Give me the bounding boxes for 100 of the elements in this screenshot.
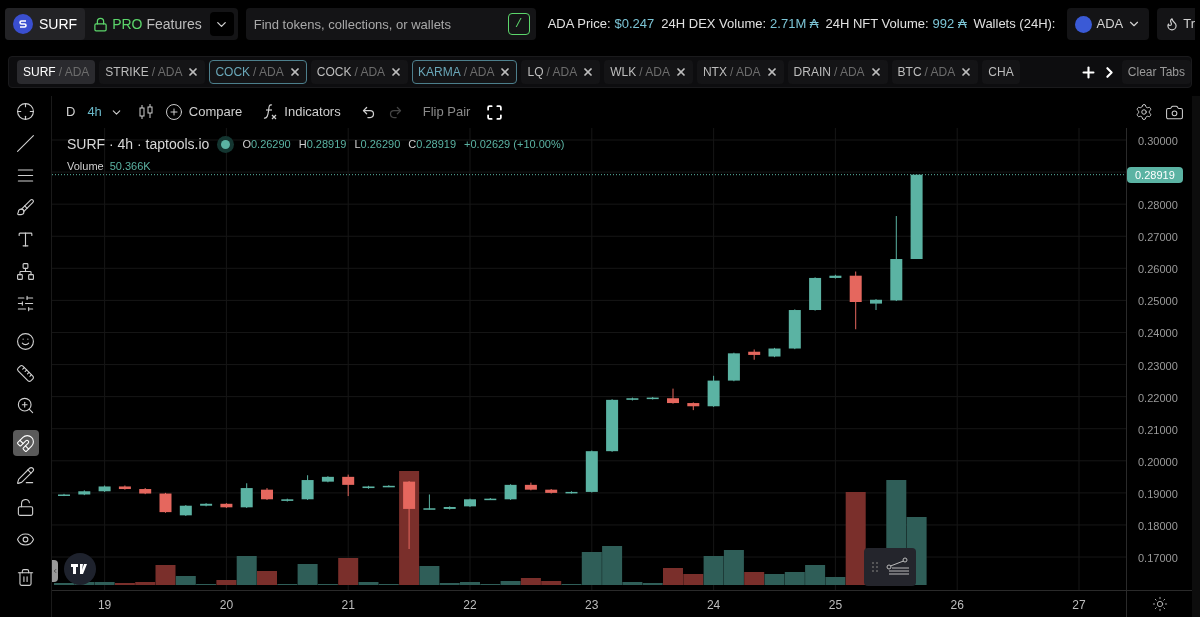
candle [565, 490, 578, 494]
flip-pair-button[interactable]: Flip Pair [422, 102, 471, 122]
price-axis-label: 0.19000 [1138, 486, 1178, 502]
auto-scale-icon[interactable] [1151, 596, 1168, 612]
price-axis-label: 0.25000 [1138, 294, 1178, 310]
interval-button[interactable]: 4h [87, 102, 102, 122]
drag-handle-icon[interactable] [871, 561, 879, 573]
interval-button[interactable]: D [66, 102, 76, 122]
candle [179, 504, 192, 517]
price-axis-label: 0.18000 [1138, 518, 1178, 534]
pair-tab[interactable]: KARMA / ADA [412, 60, 518, 84]
candle [78, 489, 91, 496]
pair-tab[interactable]: CHA [982, 60, 1020, 84]
price-axis-label: 0.26000 [1138, 262, 1178, 278]
candle [667, 388, 679, 405]
candle [118, 485, 131, 491]
fullscreen-icon[interactable] [486, 103, 504, 121]
candle [484, 497, 497, 501]
stat-label: 24H DEX Volume: [661, 15, 767, 34]
candle [382, 484, 395, 488]
token-button[interactable]: SURF [5, 8, 86, 40]
candle [829, 274, 842, 280]
candle [768, 347, 781, 358]
trending-button[interactable]: Tr [1157, 8, 1195, 40]
stat-label: ADA Price: [547, 15, 611, 34]
trendline-lines-icon[interactable] [886, 557, 910, 577]
candle [707, 375, 720, 408]
candle [362, 485, 375, 490]
candle [687, 401, 700, 411]
candle [342, 474, 355, 497]
pro-features-button[interactable]: PRO Features [85, 13, 210, 35]
ohlc-value: C0.28919 [408, 137, 457, 153]
undo-icon[interactable] [360, 104, 376, 120]
last-price-tag: 0.28919 [1127, 166, 1183, 184]
pair-tab[interactable]: COCK / ADA [310, 60, 409, 84]
price-axis-label: 0.21000 [1138, 422, 1178, 438]
close-icon [187, 66, 200, 78]
price-axis-label: 0.17000 [1138, 551, 1178, 567]
candle [301, 474, 314, 501]
candle [870, 298, 882, 311]
ohlc-value: H0.28919 [298, 137, 347, 153]
candle [261, 487, 273, 501]
ohlc-value: O0.26290 [242, 137, 291, 153]
compare-button[interactable]: Compare [164, 102, 243, 122]
time-axis-label: 20 [218, 597, 235, 614]
shortcut-key: / [507, 13, 530, 35]
price-axis-label: 0.30000 [1138, 134, 1178, 149]
flame-icon [1165, 17, 1180, 31]
candles-icon[interactable] [138, 104, 153, 120]
candle [159, 492, 172, 514]
cardano-logo-icon [1075, 15, 1093, 33]
candle [139, 487, 152, 495]
time-axis-label: 21 [340, 597, 356, 614]
candle [98, 485, 111, 493]
pair-tab[interactable]: NTX / ADA [696, 60, 784, 84]
candle [58, 493, 70, 497]
clear-tabs-button[interactable]: Clear Tabs [1121, 60, 1191, 84]
function-icon [262, 103, 279, 121]
pair-tab[interactable]: LQ / ADA [521, 60, 601, 84]
stat-label: 24H NFT Volume: [825, 15, 929, 34]
candle [423, 494, 436, 511]
time-axis-label: 19 [96, 597, 113, 614]
stat-label: Wallets (24H): [973, 15, 1056, 34]
settings-icon[interactable] [1135, 103, 1153, 121]
time-axis-label: 25 [827, 597, 844, 614]
price-axis-label: 0.28000 [1138, 198, 1178, 214]
close-icon [288, 66, 301, 78]
magnet-tool-icon[interactable] [12, 430, 39, 456]
time-axis-label: 27 [1071, 597, 1087, 614]
indicators-button[interactable]: Indicators [262, 102, 341, 122]
price-axis-label: 0.22000 [1138, 390, 1178, 406]
pair-tab[interactable]: BTC / ADA [891, 60, 979, 84]
token-logo-icon [13, 14, 33, 34]
close-icon [869, 66, 882, 78]
candle [220, 502, 233, 509]
candle [200, 502, 213, 507]
close-icon [499, 66, 512, 78]
volume-value: 50.366K [109, 159, 151, 174]
price-axis-label: 0.20000 [1138, 454, 1178, 470]
candle [240, 482, 253, 509]
pair-tab[interactable]: SURF / ADA [17, 60, 96, 84]
currency-dropdown[interactable]: ADA [1067, 8, 1150, 40]
candle [849, 271, 862, 330]
price-change: +0.02629 (+10.00%) [464, 137, 565, 153]
collapse-handle[interactable] [52, 560, 58, 582]
stat-value: 992 ₳ [932, 15, 967, 34]
close-icon [674, 66, 687, 78]
pair-tab[interactable]: STRIKE / ADA [99, 60, 206, 84]
plus-circle-icon [164, 103, 183, 121]
pair-tab[interactable]: COCK / ADA [209, 60, 307, 84]
pair-tab[interactable]: DRAIN / ADA [787, 60, 888, 84]
close-icon [765, 66, 778, 78]
add-tab-icon[interactable] [1079, 63, 1097, 81]
dropdown-button[interactable] [209, 12, 234, 36]
pair-tab[interactable]: WLK / ADA [604, 60, 693, 84]
lock-icon [93, 16, 109, 32]
tradingview-logo-icon [64, 553, 96, 585]
price-axis-label: 0.27000 [1138, 230, 1178, 246]
close-icon [390, 66, 403, 78]
close-icon [960, 66, 973, 78]
